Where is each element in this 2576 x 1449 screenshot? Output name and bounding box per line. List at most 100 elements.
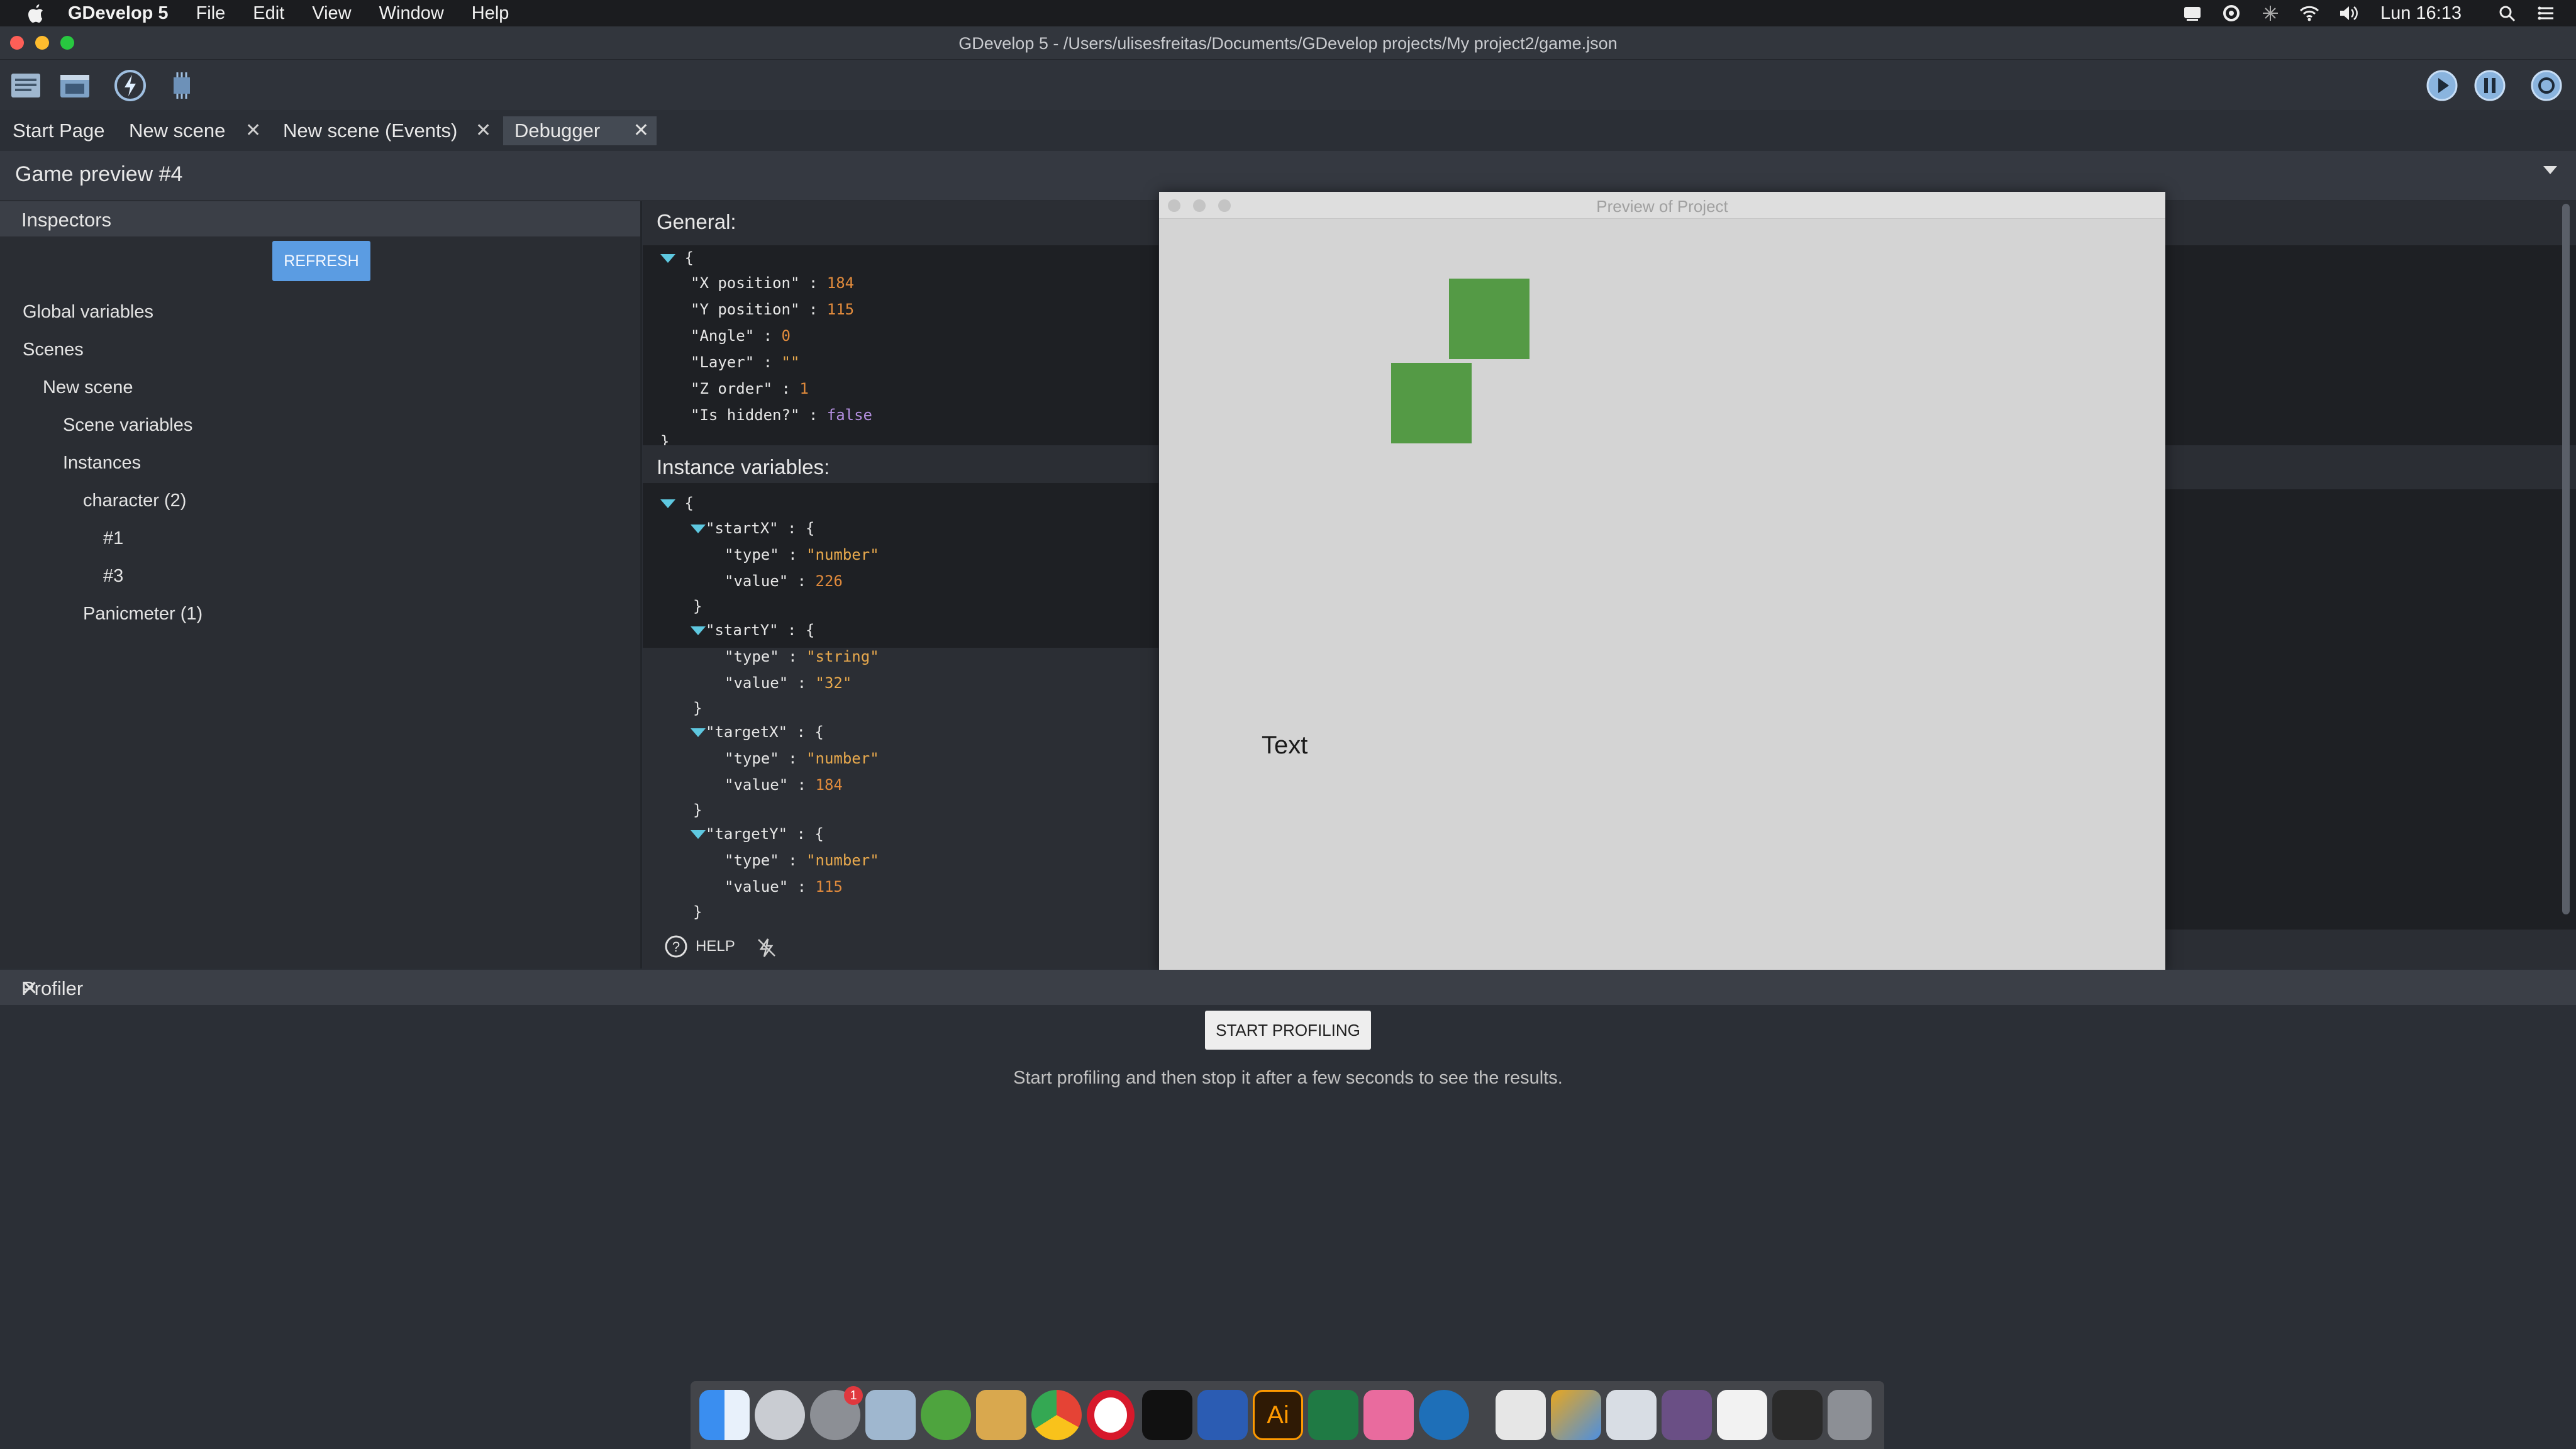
launchpad-icon[interactable] (755, 1390, 805, 1440)
wifi-icon[interactable] (2299, 4, 2320, 23)
var-targetx-type: "type" : "number" (724, 750, 879, 767)
refresh-icon[interactable] (2529, 69, 2563, 103)
collapse-triangle-icon[interactable] (660, 499, 675, 508)
box-app-icon[interactable] (976, 1390, 1026, 1440)
pause-icon[interactable] (2473, 69, 2507, 103)
var-targetx-value: "value" : 184 (724, 776, 843, 794)
events-icon[interactable] (113, 69, 147, 103)
close-icon[interactable]: ✕ (21, 976, 2562, 1000)
instance-json-bg-right (2165, 489, 2576, 930)
excel-icon[interactable] (1308, 1390, 1358, 1440)
help-button[interactable]: ? HELP (664, 935, 735, 958)
tree-item-instance-3[interactable]: #3 (103, 566, 123, 587)
tree-item-instance-1[interactable]: #1 (103, 528, 123, 549)
search-icon[interactable] (2497, 4, 2518, 23)
var-targety-type: "type" : "number" (724, 852, 879, 869)
tree-item-scenes[interactable]: Scenes (23, 340, 84, 360)
photos-icon[interactable] (1551, 1390, 1601, 1440)
collapse-triangle-icon[interactable] (660, 254, 675, 263)
menu-view[interactable]: View (312, 3, 351, 24)
var-targety-value: "value" : 115 (724, 878, 843, 896)
window-title: GDevelop 5 - /Users/ulisesfreitas/Docume… (958, 34, 1618, 53)
general-row-zorder: "Z order" : 1 (691, 380, 809, 397)
debug-chip-icon[interactable] (165, 69, 199, 103)
collapse-triangle-icon[interactable] (691, 728, 706, 737)
folder-app-icon[interactable] (1363, 1390, 1414, 1440)
character-sprite (1391, 363, 1472, 443)
menu-edit[interactable]: Edit (253, 3, 284, 24)
tab-new-scene[interactable]: New scene (129, 116, 225, 145)
play-preview-icon[interactable] (2425, 69, 2459, 103)
system-preferences-icon[interactable]: 1 (810, 1386, 863, 1440)
tree-item-new-scene[interactable]: New scene (43, 377, 133, 398)
var-starty-close: } (693, 699, 702, 717)
general-row-y: "Y position" : 115 (691, 301, 855, 318)
leaf-app-icon[interactable] (921, 1390, 971, 1440)
preview-app-icon[interactable] (865, 1390, 916, 1440)
menu-clock[interactable]: Lun 16:13 (2380, 3, 2462, 24)
menu-app-name[interactable]: GDevelop 5 (68, 3, 169, 24)
collapse-triangle-icon[interactable] (691, 626, 706, 635)
menu-window[interactable]: Window (379, 3, 444, 24)
scrollbar[interactable] (2562, 204, 2570, 914)
shield-icon[interactable] (2221, 4, 2242, 23)
trash-icon[interactable] (1828, 1390, 1872, 1440)
finder-icon[interactable] (699, 1390, 750, 1440)
inspectors-title: Inspectors (21, 209, 112, 231)
general-json-open: { (660, 249, 694, 267)
gdevelop-icon[interactable] (1419, 1390, 1469, 1440)
debugger-right-area (2165, 201, 2576, 969)
collapse-triangle-icon[interactable] (691, 525, 706, 533)
instance-json-open: { (660, 494, 694, 512)
tab-debugger-label: Debugger (514, 119, 601, 142)
terminal-icon[interactable] (1142, 1390, 1192, 1440)
general-json-bg-right (2165, 245, 2576, 445)
menu-file[interactable]: File (196, 3, 226, 24)
ticket-app-icon[interactable] (1606, 1390, 1657, 1440)
word-icon[interactable] (1197, 1390, 1248, 1440)
var-starty: "startY" : { (691, 621, 814, 639)
tab-debugger[interactable]: Debugger ✕ (503, 116, 657, 145)
chrome-icon[interactable] (1031, 1390, 1082, 1440)
menu-help[interactable]: Help (472, 3, 509, 24)
general-row-angle: "Angle" : 0 (691, 327, 791, 345)
help-label: HELP (696, 938, 735, 955)
control-center-icon[interactable] (2536, 4, 2557, 23)
illustrator-icon[interactable]: Ai (1253, 1390, 1303, 1440)
help-bar: ? HELP (643, 924, 1158, 969)
project-manager-icon[interactable] (9, 69, 43, 103)
network-icon[interactable] (2260, 4, 2281, 23)
dock: 1 Ai (691, 1381, 1884, 1449)
preview-window: Preview of Project Text (1159, 192, 2165, 973)
tree-item-instances[interactable]: Instances (63, 453, 141, 474)
minimized-window-icon[interactable] (1772, 1390, 1823, 1440)
document-icon[interactable] (1496, 1390, 1546, 1440)
help-icon: ? (665, 935, 687, 958)
inspectors-panel: Inspectors REFRESH Global variables Scen… (0, 201, 642, 969)
window-app-icon[interactable] (1662, 1390, 1712, 1440)
tree-item-global-variables[interactable]: Global variables (23, 302, 153, 323)
apple-icon[interactable] (26, 3, 44, 23)
flash-off-icon[interactable] (756, 937, 777, 958)
tab-new-scene-events[interactable]: New scene (Events) (283, 116, 457, 145)
chevron-down-icon[interactable] (2543, 166, 2557, 174)
collapse-triangle-icon[interactable] (691, 830, 706, 839)
tree-item-character[interactable]: character (2) (83, 491, 186, 511)
tab-start-page[interactable]: Start Page (13, 116, 104, 145)
volume-icon[interactable] (2338, 4, 2359, 23)
opera-icon[interactable] (1087, 1390, 1135, 1440)
close-icon[interactable]: ✕ (633, 116, 649, 145)
status-area: Lun 16:13 (2164, 0, 2557, 26)
start-profiling-button[interactable]: START PROFILING (1205, 1011, 1371, 1050)
scene-editor-icon[interactable] (58, 69, 92, 103)
close-icon[interactable]: ✕ (245, 116, 261, 145)
preview-title-bar: Preview of Project (1159, 192, 2165, 219)
svg-text:?: ? (672, 939, 680, 955)
tree-item-scene-variables[interactable]: Scene variables (63, 415, 192, 436)
notification-icon[interactable] (2182, 4, 2203, 23)
close-icon[interactable]: ✕ (475, 116, 491, 145)
refresh-button[interactable]: REFRESH (272, 241, 370, 281)
editor-tabs: Start Page New scene ✕ New scene (Events… (0, 110, 2576, 151)
tree-item-panicmeter[interactable]: Panicmeter (1) (83, 604, 203, 625)
card-app-icon[interactable] (1717, 1390, 1767, 1440)
